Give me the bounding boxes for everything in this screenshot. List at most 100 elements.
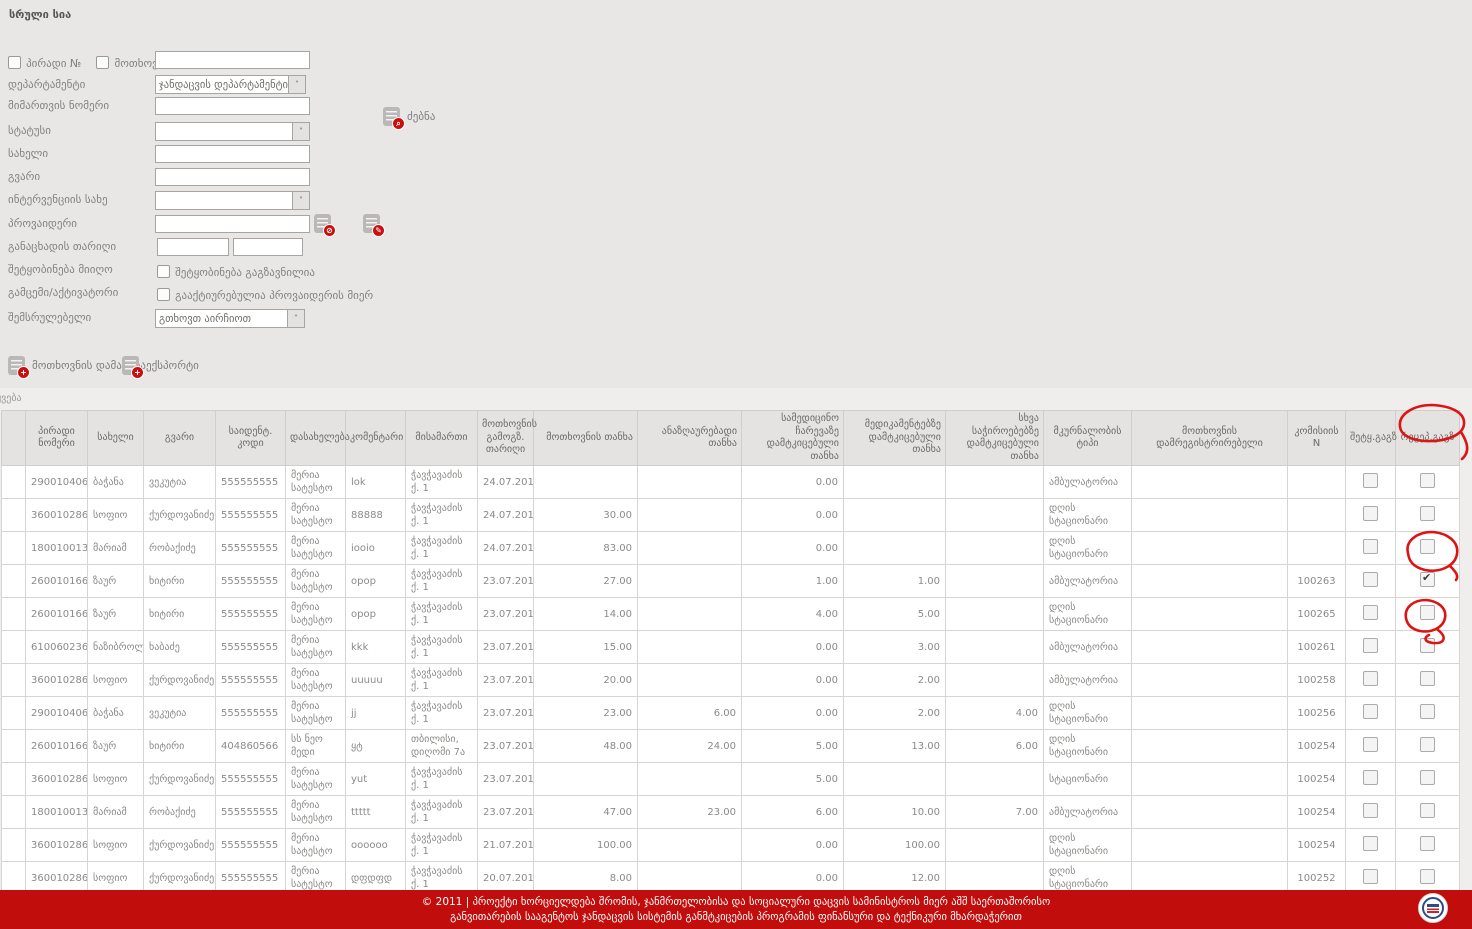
table-row[interactable]: 26001016645ზაურხიტირი555555555მერია სატე… [2,598,1460,631]
table-row[interactable]: 29001040653ბაჭანავეკუტია555555555მერია ს… [2,697,1460,730]
id-number-input[interactable] [155,51,310,69]
table-cell [1396,829,1460,862]
prescription-sent-checkbox[interactable] [1420,737,1435,752]
referral-no-input[interactable] [155,97,310,115]
table-cell [1132,697,1288,730]
notification-sent-checkbox[interactable] [1363,836,1378,851]
table-row[interactable]: 36001028693სოფიოქურდოვანიძე555555555მერი… [2,664,1460,697]
export-button[interactable]: + ექსპორტი [122,356,199,375]
table-cell: დღის სტაციონარი [1044,532,1132,565]
last-name-input[interactable] [155,168,310,186]
table-row[interactable]: 26001016645ზაურხიტირი555555555მერია სატე… [2,565,1460,598]
table-cell: 15.00 [534,631,638,664]
notification-sent-checkbox[interactable] [1363,638,1378,653]
table-cell: 36001028693 [26,499,88,532]
column-header[interactable]: დასახელება [286,411,346,466]
status-select[interactable]: ˅ [155,122,310,141]
column-header[interactable]: სამედიცინო ჩარევაზე დამტკიცებული თანხა [742,411,844,466]
prescription-sent-checkbox[interactable] [1420,836,1435,851]
prescription-sent-checkbox[interactable] [1420,572,1435,587]
provider-edit-icon[interactable]: ✎ [363,214,380,233]
column-header[interactable]: რეცეპ.გაგზ [1396,411,1460,466]
table-cell: 23.07.2015 [478,763,534,796]
table-cell: 18001001396 [26,796,88,829]
usaid-seal-logo [1418,893,1448,923]
personal-no-checkbox[interactable] [8,56,21,69]
column-header[interactable]: გვარი [144,411,216,466]
request-no-checkbox[interactable] [96,56,109,69]
notification-sent-checkbox[interactable] [1363,737,1378,752]
table-row[interactable]: 26001016645ზაურხიტირი404860566სს ნეო მედ… [2,730,1460,763]
department-selected-value: ჯანდაცვის დეპარტამენტი (მერ [156,79,288,91]
prescription-sent-checkbox[interactable] [1420,803,1435,818]
column-header[interactable]: მოთხოვნის დამრეგისტრირებელი [1132,411,1288,466]
prescription-sent-checkbox[interactable] [1420,869,1435,884]
intervention-select[interactable]: ˅ [155,191,310,210]
column-header[interactable] [2,411,26,466]
table-cell [534,466,638,499]
table-cell: 6.00 [742,796,844,829]
table-row[interactable]: 36001028693სოფიოქურდოვანიძე555555555მერი… [2,829,1460,862]
notification-sent-checkbox[interactable] [1363,473,1378,488]
table-row[interactable]: 61006023632ნაზიბროლახაბაძე555555555მერია… [2,631,1460,664]
executor-select[interactable]: გთხოვთ აირჩიოთ ˅ [155,309,305,328]
search-button[interactable]: ⌕ ძებნა [383,107,435,126]
date-from-input[interactable] [157,238,229,256]
results-table: პირადი ნომერისახელიგვარისაიდენტ. კოდიდას… [1,410,1460,928]
date-to-input[interactable] [233,238,303,256]
notification-sent-checkbox[interactable] [1363,671,1378,686]
prescription-sent-checkbox[interactable] [1420,473,1435,488]
column-header[interactable]: მკურნალობის ტიპი [1044,411,1132,466]
chevron-down-icon[interactable]: ˅ [292,192,309,209]
column-header[interactable]: სხვა საჭიროებებზე დამტკიცებული თანხა [946,411,1044,466]
column-header[interactable]: შეტყ.გაგზ [1346,411,1396,466]
table-cell: 6.00 [946,730,1044,763]
prescription-sent-checkbox[interactable] [1420,770,1435,785]
table-row[interactable]: 29001040653ბაჭანავეკუტია555555555მერია ს… [2,466,1460,499]
prescription-sent-checkbox[interactable] [1420,704,1435,719]
footer-line-1: © 2011 | პროექტი ხორციელდება შრომის, ჯან… [0,895,1472,910]
chevron-down-icon[interactable]: ˅ [292,123,309,140]
notification-sent-checkbox[interactable] [1363,539,1378,554]
notification-sent-checkbox[interactable] [1363,704,1378,719]
issuer-checkbox[interactable] [157,288,170,301]
column-header[interactable]: საიდენტ. კოდი [216,411,286,466]
table-cell: მერია სატესტო [286,631,346,664]
prescription-sent-checkbox[interactable] [1420,638,1435,653]
column-header[interactable]: მოთხოვნის თანხა [534,411,638,466]
executor-selected-value: გთხოვთ აირჩიოთ [156,313,287,325]
table-cell [1288,499,1346,532]
column-header[interactable]: მოთხოვნის გამოგზ. თარიღი [478,411,534,466]
column-header[interactable]: კომისიის N [1288,411,1346,466]
column-header[interactable]: ანაზღაურებადი თანხა [638,411,742,466]
provider-input[interactable] [155,215,310,233]
table-row[interactable]: 36001028693სოფიოქურდოვანიძე555555555მერი… [2,763,1460,796]
table-row[interactable]: 36001028693სოფიოქურდოვანიძე555555555მერი… [2,499,1460,532]
table-cell: ვეკუტია [144,466,216,499]
department-select[interactable]: ჯანდაცვის დეპარტამენტი (მერ ˅ [155,75,306,94]
prescription-sent-checkbox[interactable] [1420,671,1435,686]
notification-sent-checkbox[interactable] [1363,770,1378,785]
provider-remove-icon[interactable]: ⊘ [314,214,331,233]
notification-sent-checkbox[interactable] [1363,506,1378,521]
prescription-sent-checkbox[interactable] [1420,539,1435,554]
notified-checkbox[interactable] [157,265,170,278]
column-header[interactable]: მედიკამენტებზე დამტკიცებული თანხა [844,411,946,466]
table-cell: 13.00 [844,730,946,763]
table-row[interactable]: 18001001396მარიამრობაქიძე555555555მერია … [2,532,1460,565]
prescription-sent-checkbox[interactable] [1420,605,1435,620]
table-cell [844,499,946,532]
prescription-sent-checkbox[interactable] [1420,506,1435,521]
chevron-down-icon[interactable]: ˅ [288,76,305,93]
column-header[interactable]: პირადი ნომერი [26,411,88,466]
notification-sent-checkbox[interactable] [1363,869,1378,884]
column-header[interactable]: მისამართი [406,411,478,466]
table-row[interactable]: 18001001396მარიამრობაქიძე555555555მერია … [2,796,1460,829]
chevron-down-icon[interactable]: ˅ [287,310,304,327]
notification-sent-checkbox[interactable] [1363,803,1378,818]
first-name-input[interactable] [155,145,310,163]
column-header[interactable]: კომენტარი [346,411,406,466]
notification-sent-checkbox[interactable] [1363,572,1378,587]
column-header[interactable]: სახელი [88,411,144,466]
notification-sent-checkbox[interactable] [1363,605,1378,620]
